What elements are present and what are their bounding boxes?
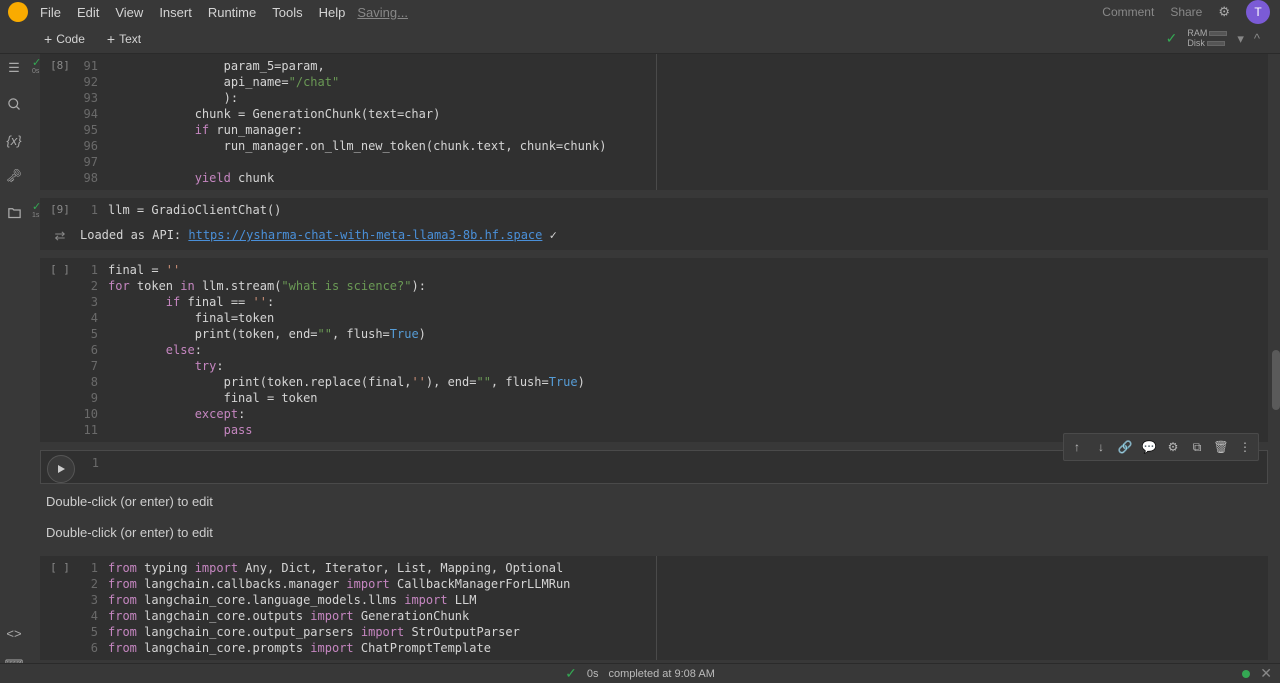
add-text-button[interactable]: +Text [101,28,147,50]
move-down-button[interactable]: ↓ [1090,436,1112,458]
code-cell[interactable]: ✓ 0s [8] 91 param_5=param,92 api_name="/… [40,54,1268,190]
cell-toolbar: ↑ ↓ 🔗 💬 ⚙ ⧉ 🗑 ⋮ [1063,433,1259,461]
output-link[interactable]: https://ysharma-chat-with-meta-llama3-8b… [188,228,542,242]
code-line: 98 yield chunk [80,170,1268,186]
comment-button[interactable]: Comment [1102,5,1154,19]
code-line: 96 run_manager.on_llm_new_token(chunk.te… [80,138,1268,154]
menu-view[interactable]: View [115,5,143,20]
secrets-icon[interactable]: 🗝 [6,168,22,184]
code-line: 7 try: [80,358,1268,374]
code-editor[interactable]: 1from typing import Any, Dict, Iterator,… [80,556,1268,660]
code-line: 3from langchain_core.language_models.llm… [80,592,1268,608]
code-cell[interactable]: [ ] 1final = ''2for token in llm.stream(… [40,258,1268,442]
exec-time: 1s [32,212,39,219]
code-line: 5 print(token, end="", flush=True) [80,326,1268,342]
code-editor[interactable]: 91 param_5=param,92 api_name="/chat"93 )… [80,54,1268,190]
code-line: 6 else: [80,342,1268,358]
exec-count: [8] [50,59,70,190]
share-button[interactable]: Share [1170,5,1202,19]
close-status-button[interactable]: ✕ [1260,665,1272,682]
menu-runtime[interactable]: Runtime [208,5,256,20]
kernel-status-dot [1242,670,1250,678]
run-button[interactable] [47,455,75,483]
menu-help[interactable]: Help [319,5,346,20]
code-line: 2from langchain.callbacks.manager import… [80,576,1268,592]
saving-indicator: Saving... [357,5,408,20]
code-line: 94 chunk = GenerationChunk(text=char) [80,106,1268,122]
more-button[interactable]: ⋮ [1234,436,1256,458]
code-line: 4 final=token [80,310,1268,326]
code-editor[interactable]: 1final = ''2for token in llm.stream("wha… [80,258,1268,442]
delete-button[interactable]: 🗑 [1210,436,1232,458]
link-button[interactable]: 🔗 [1114,436,1136,458]
connect-status-icon: ✓ [1166,30,1178,47]
menu-tools[interactable]: Tools [272,5,302,20]
code-line: 92 api_name="/chat" [80,74,1268,90]
code-line: 5from langchain_core.output_parsers impo… [80,624,1268,640]
code-line: 1from typing import Any, Dict, Iterator,… [80,560,1268,576]
exec-count: [ ] [50,263,70,442]
code-cell-active[interactable]: ↑ ↓ 🔗 💬 ⚙ ⧉ 🗑 ⋮ 1 [40,450,1268,484]
status-bar: ✓ 0s completed at 9:08 AM ✕ [0,663,1280,683]
toc-icon[interactable]: ☰ [6,60,22,76]
code-line: 3 if final == '': [80,294,1268,310]
status-completed: completed at 9:08 AM [608,668,714,680]
gear-icon[interactable]: ⚙ [1218,4,1230,20]
code-line: 4from langchain_core.outputs import Gene… [80,608,1268,624]
code-line: 95 if run_manager: [80,122,1268,138]
menu-edit[interactable]: Edit [77,5,99,20]
comment-button[interactable]: 💬 [1138,436,1160,458]
output-toggle-icon[interactable]: ⇄ [40,228,80,244]
move-up-button[interactable]: ↑ [1066,436,1088,458]
exec-count: [9] [50,203,70,222]
code-line: 6from langchain_core.prompts import Chat… [80,640,1268,656]
exec-count: [ ] [50,561,70,660]
menu-file[interactable]: File [40,5,61,20]
code-cell[interactable]: ✓ 1s [9] 1llm = GradioClientChat() ⇄ Loa… [40,198,1268,250]
resource-meter[interactable]: RAM Disk [1187,29,1227,49]
code-snippets-icon[interactable]: <> [6,625,22,641]
menu-bar: File Edit View Insert Runtime Tools Help [40,5,345,20]
menu-insert[interactable]: Insert [159,5,192,20]
add-code-button[interactable]: +Code [38,28,91,50]
code-cell[interactable]: [ ] 1from typing import Any, Dict, Itera… [40,556,1268,660]
code-line: 91 param_5=param, [80,58,1268,74]
files-icon[interactable] [6,204,22,220]
cell-output: ⇄ Loaded as API: https://ysharma-chat-wi… [40,222,1268,250]
exec-time: 0s [32,68,39,75]
code-editor[interactable]: 1llm = GradioClientChat() [80,198,1268,222]
search-icon[interactable] [6,96,22,112]
mirror-button[interactable]: ⧉ [1186,436,1208,458]
code-line: 97 [80,154,1268,170]
avatar[interactable]: T [1246,0,1270,24]
code-line: 8 print(token.replace(final,''), end="",… [80,374,1268,390]
variables-icon[interactable]: {x} [6,132,22,148]
code-line: 1llm = GradioClientChat() [80,202,1268,218]
collapse-button[interactable]: ^ [1254,31,1260,46]
check-icon: ✓ [565,665,577,682]
code-line: 93 ): [80,90,1268,106]
colab-logo [8,2,28,22]
status-duration: 0s [587,668,599,680]
runtime-dropdown[interactable]: ▾ [1237,31,1244,47]
scrollbar-thumb[interactable] [1272,350,1280,410]
markdown-cell[interactable]: Double-click (or enter) to edit [46,494,1262,509]
settings-button[interactable]: ⚙ [1162,436,1184,458]
markdown-cell[interactable]: Double-click (or enter) to edit [46,525,1262,540]
code-line: 2for token in llm.stream("what is scienc… [80,278,1268,294]
code-line: 1final = '' [80,262,1268,278]
code-line: 10 except: [80,406,1268,422]
code-line: 9 final = token [80,390,1268,406]
notebook-main: ✓ 0s [8] 91 param_5=param,92 api_name="/… [28,54,1280,663]
